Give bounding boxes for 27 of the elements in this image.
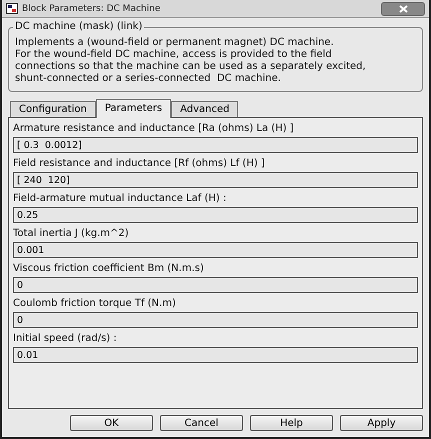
input-field[interactable]: [ 0.3 0.0012] bbox=[13, 137, 418, 153]
input-field[interactable]: 0.25 bbox=[13, 207, 418, 223]
input-field[interactable]: 0 bbox=[13, 277, 418, 293]
window-title: Block Parameters: DC Machine bbox=[22, 4, 162, 14]
field-label: Total inertia J (kg.m^2) bbox=[13, 228, 130, 239]
window-icon bbox=[6, 3, 18, 14]
group-title: DC machine (mask) (link) bbox=[13, 21, 144, 32]
dialog-button[interactable]: OK bbox=[70, 415, 153, 431]
field-label: Field resistance and inductance [Rf (ohms) Lf (H) ] bbox=[13, 158, 266, 169]
close-button[interactable] bbox=[381, 2, 425, 16]
input-field[interactable]: 0.01 bbox=[13, 347, 418, 363]
tab[interactable]: Configuration bbox=[10, 101, 96, 117]
tab[interactable]: Advanced bbox=[171, 101, 238, 117]
field-label: Armature resistance and inductance [Ra (ohms) La (H) ] bbox=[13, 123, 295, 134]
close-icon bbox=[398, 4, 408, 12]
field-label: Coulomb friction torque Tf (N.m) bbox=[13, 298, 177, 309]
tab[interactable]: Parameters bbox=[96, 99, 172, 118]
dialog-button[interactable]: Cancel bbox=[160, 415, 243, 431]
field-label: Viscous friction coefficient Bm (N.m.s) bbox=[13, 263, 205, 274]
dialog-button[interactable]: Help bbox=[250, 415, 333, 431]
input-field[interactable]: [ 240 120] bbox=[13, 172, 418, 188]
input-field[interactable]: 0 bbox=[13, 312, 418, 328]
description-text: Implements a (wound-field or permanent magnet) DC machine. For the wound-field DC machine, access is provided to the field connections so that the machine can be used as a separately excited, shunt-connected or a series-connected DC machine. bbox=[15, 37, 367, 85]
field-label: Initial speed (rad/s) : bbox=[13, 333, 118, 344]
field-label: Field-armature mutual inductance Laf (H) : bbox=[13, 193, 228, 204]
input-field[interactable]: 0.001 bbox=[13, 242, 418, 258]
dialog-button[interactable]: Apply bbox=[340, 415, 423, 431]
